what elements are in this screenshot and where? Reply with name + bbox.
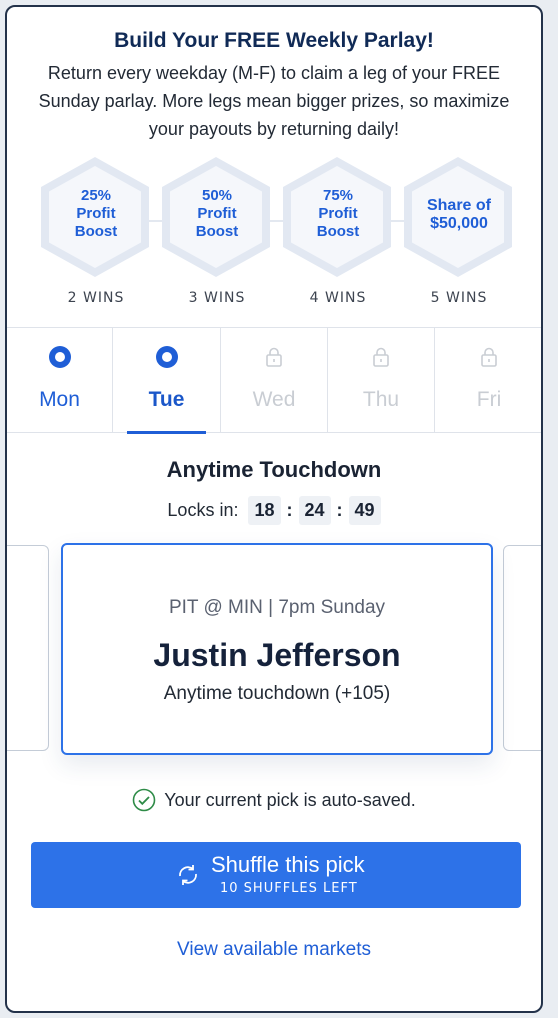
weekday-tabs: Mon Tue Wed Thu Fri xyxy=(7,327,541,434)
tier-reward: 75% Profit Boost xyxy=(316,187,360,240)
tier-wins-label: 3 WINS xyxy=(188,290,246,306)
pick-player-name: Justin Jefferson xyxy=(153,637,401,673)
timer-separator: : xyxy=(286,499,293,520)
day-label: Tue xyxy=(148,388,185,411)
tier-3-wins: 50% Profit Boost 3 WINS xyxy=(158,155,276,315)
day-label: Mon xyxy=(39,388,80,411)
current-pick-card[interactable]: PIT @ MIN | 7pm Sunday Justin Jefferson … xyxy=(61,543,493,755)
previous-pick-card[interactable] xyxy=(7,545,49,751)
tier-wins-label: 2 WINS xyxy=(67,290,125,306)
autosave-notice: Your current pick is auto-saved. xyxy=(7,787,541,813)
lock-icon xyxy=(370,346,392,368)
radio-check-icon xyxy=(155,346,178,368)
locks-label: Locks in: xyxy=(167,499,239,520)
tier-reward: Share of $50,000 xyxy=(426,197,491,232)
active-tab-indicator xyxy=(127,431,206,434)
tier-reward: 50% Profit Boost xyxy=(195,187,239,240)
tier-5-wins: Share of $50,000 5 WINS xyxy=(400,155,518,315)
day-label: Fri xyxy=(476,388,502,411)
view-markets-link[interactable]: View available markets xyxy=(7,939,541,961)
shuffle-icon xyxy=(179,865,197,885)
tier-wins-label: 4 WINS xyxy=(309,290,367,306)
tab-fri[interactable]: Fri xyxy=(435,328,541,433)
pick-matchup: PIT @ MIN | 7pm Sunday xyxy=(168,597,386,618)
timer-separator: : xyxy=(336,499,343,520)
shuffle-button-label: Shuffle this pick xyxy=(211,852,365,877)
day-label: Wed xyxy=(252,388,296,411)
lock-icon xyxy=(478,346,500,368)
tier-2-wins: 25% Profit Boost 2 WINS xyxy=(37,155,155,315)
tier-wins-label: 5 WINS xyxy=(430,290,488,306)
next-pick-card[interactable] xyxy=(503,545,541,751)
autosave-text: Your current pick is auto-saved. xyxy=(164,789,416,810)
timer-hours: 18 xyxy=(248,495,281,525)
timer-minutes: 24 xyxy=(298,495,331,525)
lock-icon xyxy=(263,346,285,368)
tab-mon[interactable]: Mon xyxy=(7,328,113,433)
radio-check-icon xyxy=(48,346,71,368)
shuffle-pick-button[interactable]: Shuffle this pick 10 SHUFFLES LEFT xyxy=(31,842,521,908)
tab-wed[interactable]: Wed xyxy=(221,328,328,433)
tier-reward: 25% Profit Boost xyxy=(74,187,118,240)
tier-4-wins: 75% Profit Boost 4 WINS xyxy=(279,155,397,315)
shuffles-left-count: 10 SHUFFLES LEFT xyxy=(220,881,358,896)
prize-tiers: 25% Profit Boost 2 WINS 50% Profit Boost 3 W… xyxy=(7,155,541,315)
market-title: Anytime Touchdown xyxy=(166,457,382,482)
page-description: Return every weekday (M-F) to claim a le… xyxy=(38,63,510,139)
pick-market: Anytime touchdown (+105) xyxy=(163,683,391,704)
timer-seconds: 49 xyxy=(348,495,381,525)
page-title: Build Your FREE Weekly Parlay! xyxy=(114,29,434,52)
check-circle-icon xyxy=(132,788,156,812)
tab-tue[interactable]: Tue xyxy=(113,328,221,434)
parlay-panel: Build Your FREE Weekly Parlay! Return ev… xyxy=(5,5,543,1013)
tab-thu[interactable]: Thu xyxy=(328,328,435,433)
day-label: Thu xyxy=(362,388,400,411)
lock-countdown: Locks in: 18 : 24 : 49 xyxy=(7,495,541,525)
